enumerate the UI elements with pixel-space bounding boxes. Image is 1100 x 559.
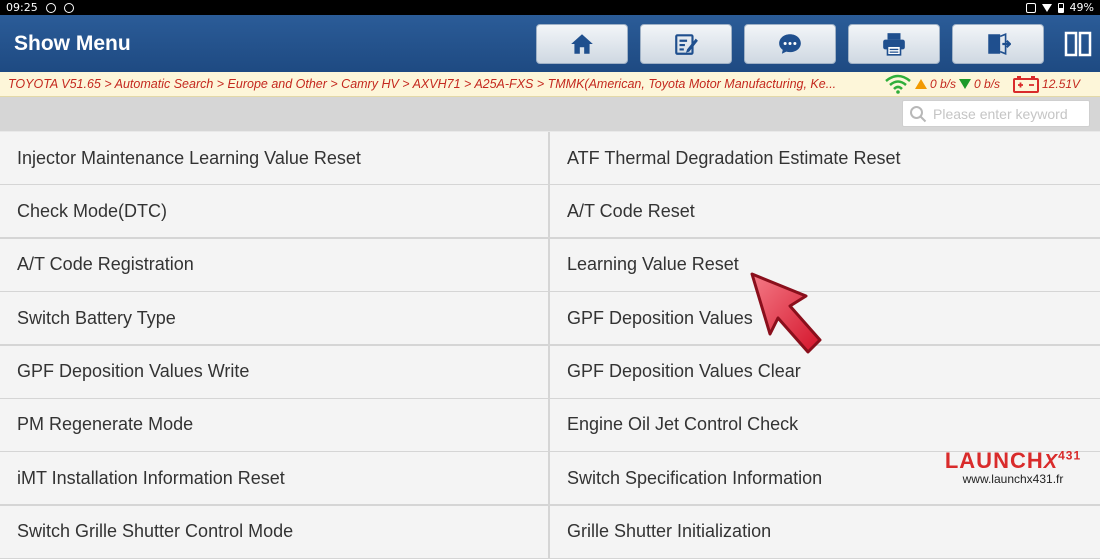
messenger-icon [63, 2, 74, 13]
mute-icon [1025, 2, 1036, 13]
battery-voltage: 12.51V [1042, 77, 1081, 91]
print-icon [883, 32, 905, 56]
home-button[interactable] [536, 23, 628, 64]
breadcrumb-bar: TOYOTA V51.65 > Automatic Search > Europ… [0, 72, 1100, 97]
status-bar: 09:25 49% [0, 0, 1100, 15]
pointer-arrow-icon [750, 272, 822, 354]
menu-item-switch-battery-type[interactable]: Switch Battery Type [0, 292, 548, 345]
wifi-icon [1041, 3, 1052, 12]
page-title: Show Menu [14, 31, 131, 55]
menu-item-grille-shutter-initialization[interactable]: Grille Shutter Initialization [550, 505, 1100, 558]
upload-rate: 0 b/s [930, 77, 957, 91]
search-box[interactable] [902, 100, 1090, 127]
menu-item-imt-installation-information-reset[interactable]: iMT Installation Information Reset [0, 452, 548, 505]
menu-item-at-code-reset[interactable]: A/T Code Reset [550, 185, 1100, 238]
status-time: 09:25 [6, 1, 38, 14]
report-button[interactable] [640, 23, 732, 64]
network-status: 0 b/s 0 b/s 12.51V [884, 74, 1080, 94]
launch-logo: LAUNCHX431 [944, 448, 1082, 473]
message-icon [45, 2, 56, 13]
battery-level: 49% [1069, 1, 1094, 14]
edit-report-icon [675, 33, 698, 55]
menu-item-check-mode-dtc[interactable]: Check Mode(DTC) [0, 185, 548, 238]
download-arrow-icon [959, 79, 972, 89]
split-view-button[interactable] [1060, 24, 1096, 64]
wifi-signal-icon [885, 74, 911, 94]
search-input[interactable] [933, 105, 1083, 122]
search-row [0, 97, 1100, 131]
menu-item-atf-thermal-degradation-estimate-reset[interactable]: ATF Thermal Degradation Estimate Reset [550, 132, 1100, 184]
exit-icon [988, 32, 1011, 55]
menu-item-switch-grille-shutter-control-mode[interactable]: Switch Grille Shutter Control Mode [0, 505, 548, 558]
print-button[interactable] [848, 23, 940, 64]
menu-item-at-code-registration[interactable]: A/T Code Registration [0, 238, 548, 291]
download-rate: 0 b/s [974, 77, 1001, 91]
menu-item-injector-maintenance-learning-value-reset[interactable]: Injector Maintenance Learning Value Rese… [0, 132, 548, 184]
app-header: Show Menu [0, 15, 1100, 72]
menu-item-engine-oil-jet-control-check[interactable]: Engine Oil Jet Control Check [550, 398, 1100, 451]
car-battery-icon [1013, 76, 1040, 93]
upload-arrow-icon [915, 79, 927, 89]
watermark-url: www.launchx431.fr [962, 472, 1064, 486]
function-menu: Injector Maintenance Learning Value Rese… [0, 132, 1100, 559]
split-view-icon [1064, 31, 1092, 56]
chat-icon [779, 33, 801, 54]
breadcrumb: TOYOTA V51.65 > Automatic Search > Europ… [8, 77, 837, 91]
menu-item-gpf-deposition-values-write[interactable]: GPF Deposition Values Write [0, 345, 548, 398]
exit-button[interactable] [952, 23, 1044, 64]
chat-button[interactable] [744, 23, 836, 64]
home-icon [571, 33, 593, 54]
menu-item-pm-regenerate-mode[interactable]: PM Regenerate Mode [0, 398, 548, 451]
battery-icon [1057, 2, 1064, 13]
launch-watermark: LAUNCHX431 www.launchx431.fr [938, 448, 1088, 486]
search-icon [910, 105, 927, 122]
